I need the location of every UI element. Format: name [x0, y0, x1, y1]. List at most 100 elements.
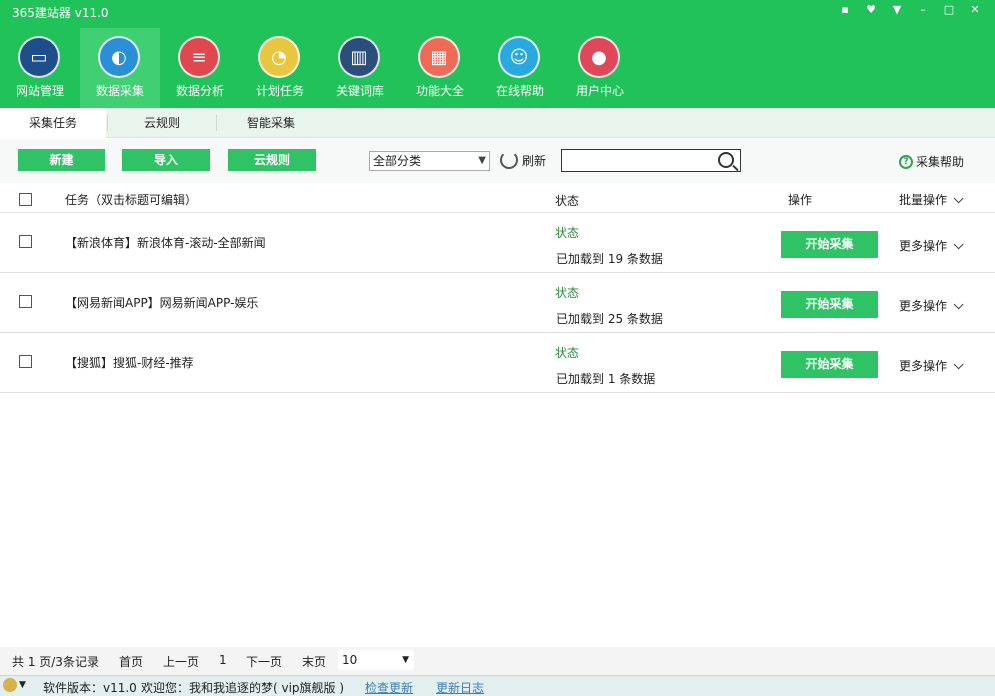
status-label: 状态 — [555, 286, 580, 300]
user-icon: ● — [578, 36, 620, 78]
search-icon[interactable] — [718, 152, 734, 168]
minimize-icon[interactable]: – — [913, 2, 933, 18]
batch-operations-label: 批量操作 — [899, 193, 948, 207]
grid-icon: ▦ — [418, 36, 460, 78]
status-bar: ▼ 软件版本：v11.0 欢迎您：我和我追逐的梦( vip旗舰版 ) 检查更新 … — [0, 675, 995, 696]
nav-item-online-help[interactable]: ☺ 在线帮助 — [480, 28, 560, 108]
globe-icon: ◐ — [98, 36, 140, 78]
more-operations-label: 更多操作 — [899, 239, 948, 253]
current-page[interactable]: 1 — [219, 653, 227, 667]
headset-icon: ☺ — [498, 36, 540, 78]
prev-page-link[interactable]: 上一页 — [163, 653, 199, 670]
status-label: 状态 — [555, 226, 580, 240]
more-operations-dropdown[interactable]: 更多操作 — [899, 297, 964, 314]
menu-icon[interactable]: ▼ — [887, 2, 907, 18]
start-collection-button[interactable]: 开始采集 — [781, 291, 878, 318]
header-action: 操作 — [788, 193, 813, 207]
main-nav: ▭ 网站管理 ◐ 数据采集 ≡ 数据分析 ◔ 计划任务 ▥ 关键词库 ▦ 功能大… — [0, 28, 640, 108]
skin-icon[interactable]: ♥ — [861, 2, 881, 18]
tab-collection-tasks[interactable]: 采集任务 — [0, 108, 106, 138]
top-bar: 365建站器 v11.0 ▪ ♥ ▼ – □ ✕ ▭ 网站管理 ◐ 数据采集 ≡… — [0, 0, 995, 108]
welcome-text: 欢迎您：我和我追逐的梦( vip旗舰版 ) — [141, 681, 345, 695]
nav-item-user-center[interactable]: ● 用户中心 — [560, 28, 640, 108]
more-operations-dropdown[interactable]: 更多操作 — [899, 237, 964, 254]
status-text: 已加载到 19 条数据 — [556, 252, 663, 266]
task-title[interactable]: 【网易新闻APP】网易新闻APP-娱乐 — [65, 294, 258, 311]
category-select[interactable]: 全部分类 ▼ — [369, 151, 490, 171]
new-button[interactable]: 新建 — [18, 149, 105, 171]
nav-item-keyword-library[interactable]: ▥ 关键词库 — [320, 28, 400, 108]
first-page-link[interactable]: 首页 — [119, 653, 143, 670]
nav-label: 关键词库 — [335, 84, 384, 98]
status-text: 已加载到 1 条数据 — [556, 372, 656, 386]
page-size-value: 10 — [342, 653, 358, 667]
chevron-down-icon — [953, 299, 964, 310]
table-row: 【网易新闻APP】网易新闻APP-娱乐 状态 已加载到 25 条数据 开始采集 … — [0, 273, 995, 333]
maximize-icon[interactable]: □ — [939, 2, 959, 18]
start-collection-button[interactable]: 开始采集 — [781, 351, 878, 378]
database-icon: ≡ — [178, 36, 220, 78]
nav-item-scheduled-tasks[interactable]: ◔ 计划任务 — [240, 28, 320, 108]
refresh-button[interactable]: 刷新 — [500, 151, 546, 169]
tab-smart-collection[interactable]: 智能采集 — [217, 108, 325, 138]
category-select-value: 全部分类 — [373, 154, 422, 168]
select-all-checkbox[interactable] — [19, 193, 32, 206]
gauge-icon: ◔ — [258, 36, 300, 78]
row-checkbox[interactable] — [19, 355, 32, 368]
nav-item-data-analysis[interactable]: ≡ 数据分析 — [160, 28, 240, 108]
chevron-down-icon[interactable]: ▼ — [19, 680, 26, 690]
row-checkbox[interactable] — [19, 295, 32, 308]
task-title[interactable]: 【搜狐】搜狐-财经-推荐 — [65, 354, 194, 371]
more-operations-label: 更多操作 — [899, 359, 948, 373]
window-controls: ▪ ♥ ▼ – □ ✕ — [835, 2, 985, 18]
chevron-down-icon: ▼ — [478, 155, 486, 166]
task-title[interactable]: 【新浪体育】新浪体育-滚动-全部新闻 — [65, 234, 266, 251]
settings-icon[interactable] — [3, 678, 17, 692]
close-icon[interactable]: ✕ — [965, 2, 985, 18]
last-page-link[interactable]: 末页 — [302, 653, 326, 670]
monitor-icon: ▭ — [18, 36, 60, 78]
chevron-down-icon — [953, 239, 964, 250]
import-button[interactable]: 导入 — [122, 149, 210, 171]
next-page-link[interactable]: 下一页 — [246, 653, 282, 670]
search-box[interactable] — [561, 149, 741, 172]
nav-label: 数据采集 — [95, 84, 144, 98]
tab-strip: 采集任务 云规则 智能采集 — [0, 108, 995, 138]
table-header: 任务（双击标题可编辑） 状态 操作 批量操作 — [0, 183, 995, 213]
check-update-link[interactable]: 检查更新 — [365, 679, 413, 696]
nav-label: 功能大全 — [415, 84, 464, 98]
nav-item-site-management[interactable]: ▭ 网站管理 — [0, 28, 80, 108]
toolbar: 新建 导入 云规则 全部分类 ▼ 刷新 ? 采集帮助 — [0, 139, 995, 183]
cloud-rule-button[interactable]: 云规则 — [228, 149, 316, 171]
tab-cloud-rules[interactable]: 云规则 — [108, 108, 216, 138]
collection-help-link[interactable]: ? 采集帮助 — [899, 153, 964, 170]
nav-label: 在线帮助 — [495, 84, 544, 98]
nav-label: 数据分析 — [175, 84, 224, 98]
table-row: 【搜狐】搜狐-财经-推荐 状态 已加载到 1 条数据 开始采集 更多操作 — [0, 333, 995, 393]
status-label: 状态 — [555, 346, 580, 360]
app-title: 365建站器 v11.0 — [12, 6, 109, 20]
page-size-select[interactable]: 10 ▼ — [338, 650, 414, 670]
nav-label: 计划任务 — [255, 84, 304, 98]
nav-item-all-features[interactable]: ▦ 功能大全 — [400, 28, 480, 108]
batch-operations-dropdown[interactable]: 批量操作 — [899, 191, 964, 208]
more-operations-dropdown[interactable]: 更多操作 — [899, 357, 964, 374]
nav-label: 网站管理 — [15, 84, 64, 98]
row-checkbox[interactable] — [19, 235, 32, 248]
book-icon: ▥ — [338, 36, 380, 78]
header-status: 状态 — [555, 194, 580, 208]
start-collection-button[interactable]: 开始采集 — [781, 231, 878, 258]
help-label: 采集帮助 — [916, 155, 965, 169]
chevron-down-icon: ▼ — [402, 655, 409, 665]
feedback-icon[interactable]: ▪ — [835, 2, 855, 18]
status-text: 已加载到 25 条数据 — [556, 312, 663, 326]
page-summary: 共 1 页/3条记录 — [12, 655, 99, 669]
nav-item-data-collection[interactable]: ◐ 数据采集 — [80, 28, 160, 108]
nav-label: 用户中心 — [575, 84, 624, 98]
chevron-down-icon — [953, 359, 964, 370]
table-row: 【新浪体育】新浪体育-滚动-全部新闻 状态 已加载到 19 条数据 开始采集 更… — [0, 213, 995, 273]
changelog-link[interactable]: 更新日志 — [436, 679, 484, 696]
more-operations-label: 更多操作 — [899, 299, 948, 313]
header-task: 任务（双击标题可编辑） — [65, 193, 198, 207]
pagination: 共 1 页/3条记录 首页 上一页 1 下一页 末页 10 ▼ — [0, 647, 995, 675]
